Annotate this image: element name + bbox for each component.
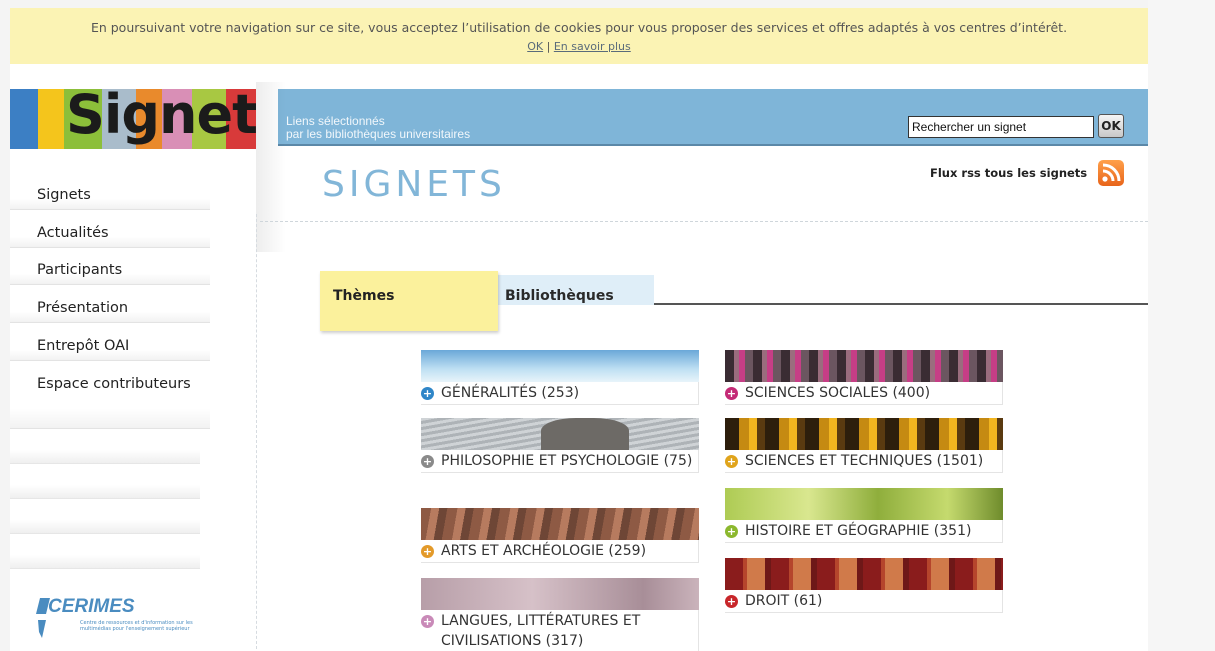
cookie-ok-link[interactable]: OK <box>527 40 543 53</box>
sidebar-item-signets[interactable]: Signets <box>10 174 210 210</box>
sidebar-item-presentation[interactable]: Présentation <box>10 287 210 323</box>
sidebar-item-espace-contributeurs[interactable]: Espace contributeurs <box>10 363 210 429</box>
plus-icon: + <box>421 387 434 400</box>
category-label: + SCIENCES SOCIALES (400) <box>725 382 1003 405</box>
plus-icon: + <box>421 455 434 468</box>
category-text: PHILOSOPHIE ET PSYCHOLOGIE (75) <box>441 453 693 469</box>
plus-icon: + <box>725 455 738 468</box>
sidebar-item-label: Présentation <box>37 300 129 316</box>
sidebar-item-label: Signets <box>37 187 91 203</box>
category-banner-books <box>725 558 1003 590</box>
page-root: En poursuivant votre navigation sur ce s… <box>0 0 1215 651</box>
category-banner-sky <box>421 350 699 382</box>
sidebar-item-label: Entrepôt OAI <box>37 338 130 354</box>
category-text: GÉNÉRALITÉS (253) <box>441 385 580 401</box>
plus-icon: + <box>725 595 738 608</box>
rss-icon[interactable] <box>1098 160 1124 186</box>
category-text: SCIENCES ET TECHNIQUES (1501) <box>745 453 984 469</box>
category-histoire-geographie[interactable]: + HISTOIRE ET GÉOGRAPHIE (351) <box>725 488 1003 543</box>
tab-themes[interactable]: Thèmes <box>320 271 498 331</box>
category-label: + ARTS ET ARCHÉOLOGIE (259) <box>421 540 699 563</box>
sidebar-empty-slot <box>10 535 200 569</box>
cookie-more-link[interactable]: En savoir plus <box>554 40 631 53</box>
category-label: + GÉNÉRALITÉS (253) <box>421 382 699 405</box>
header-band: Liens sélectionnés par les bibliothèques… <box>278 89 1148 146</box>
tagline-line-2: par les bibliothèques universitaires <box>286 127 471 141</box>
rss-link-label[interactable]: Flux rss tous les signets <box>930 166 1087 180</box>
category-droit[interactable]: + DROIT (61) <box>725 558 1003 613</box>
sidebar-item-participants[interactable]: Participants <box>10 249 210 285</box>
cookie-banner-text: En poursuivant votre navigation sur ce s… <box>90 20 1068 35</box>
category-banner-zen-garden <box>421 418 699 450</box>
category-banner-stone <box>421 578 699 610</box>
category-langues[interactable]: + LANGUES, LITTÉRATURES ET CIVILISATIONS… <box>421 578 699 651</box>
plus-icon: + <box>725 525 738 538</box>
header-tagline: Liens sélectionnés par les bibliothèques… <box>286 115 470 141</box>
page-fold-shadow <box>256 82 286 252</box>
cerimes-logo-text: CERIMES <box>48 596 135 617</box>
cookie-banner-links: OK | En savoir plus <box>10 37 1148 56</box>
tab-label: Thèmes <box>333 288 395 304</box>
plus-icon: + <box>725 387 738 400</box>
sidebar-item-label: Espace contributeurs <box>37 376 191 392</box>
sidebar-empty-slot <box>10 430 200 464</box>
signets-logo[interactable]: Signets <box>10 89 256 149</box>
cookie-link-separator: | <box>546 40 551 53</box>
category-banner-gears <box>725 418 1003 450</box>
tab-label: Bibliothèques <box>505 288 614 304</box>
plus-icon: + <box>421 615 434 628</box>
search-ok-button[interactable]: OK <box>1098 114 1124 138</box>
category-arts[interactable]: + ARTS ET ARCHÉOLOGIE (259) <box>421 508 699 563</box>
category-philosophie[interactable]: + PHILOSOPHIE ET PSYCHOLOGIE (75) <box>421 418 699 473</box>
sidebar-empty-slot <box>10 465 200 499</box>
category-label: + PHILOSOPHIE ET PSYCHOLOGIE (75) <box>421 450 699 473</box>
tab-bibliotheques[interactable]: Bibliothèques <box>490 275 654 305</box>
category-label: + SCIENCES ET TECHNIQUES (1501) <box>725 450 1003 473</box>
sidebar-item-entrepot-oai[interactable]: Entrepôt OAI <box>10 325 210 361</box>
sidebar-empty-slot <box>10 500 200 534</box>
category-label: + HISTOIRE ET GÉOGRAPHIE (351) <box>725 520 1003 543</box>
sidebar-divider <box>256 214 257 651</box>
cerimes-tagline: Centre de ressources et d'information su… <box>80 620 193 632</box>
category-banner-crowd <box>725 350 1003 382</box>
header-divider <box>260 221 1148 222</box>
category-text: DROIT (61) <box>745 593 823 609</box>
category-label: + DROIT (61) <box>725 590 1003 613</box>
category-label: + LANGUES, LITTÉRATURES ET CIVILISATIONS… <box>421 610 699 651</box>
plus-icon: + <box>421 545 434 558</box>
sidebar-item-label: Actualités <box>37 225 109 241</box>
sidebar-item-label: Participants <box>37 262 123 278</box>
category-text: ARTS ET ARCHÉOLOGIE (259) <box>441 543 647 559</box>
category-sciences-sociales[interactable]: + SCIENCES SOCIALES (400) <box>725 350 1003 405</box>
cookie-banner: En poursuivant votre navigation sur ce s… <box>10 8 1148 64</box>
logo-text: Signets <box>66 89 256 146</box>
category-text: HISTOIRE ET GÉOGRAPHIE (351) <box>745 523 972 539</box>
category-text: LANGUES, LITTÉRATURES ET CIVILISATIONS (… <box>441 613 641 649</box>
sidebar-item-actualites[interactable]: Actualités <box>10 212 210 248</box>
category-banner-brick <box>421 508 699 540</box>
page-title: SIGNETS <box>322 164 506 205</box>
page-content: Signets Liens sélectionnés par les bibli… <box>10 64 1148 651</box>
right-margin <box>1148 0 1215 651</box>
category-text: SCIENCES SOCIALES (400) <box>745 385 931 401</box>
category-generalites[interactable]: + GÉNÉRALITÉS (253) <box>421 350 699 405</box>
search-input[interactable]: Rechercher un signet <box>908 116 1094 138</box>
category-banner-old-map <box>725 488 1003 520</box>
category-sciences-techniques[interactable]: + SCIENCES ET TECHNIQUES (1501) <box>725 418 1003 473</box>
